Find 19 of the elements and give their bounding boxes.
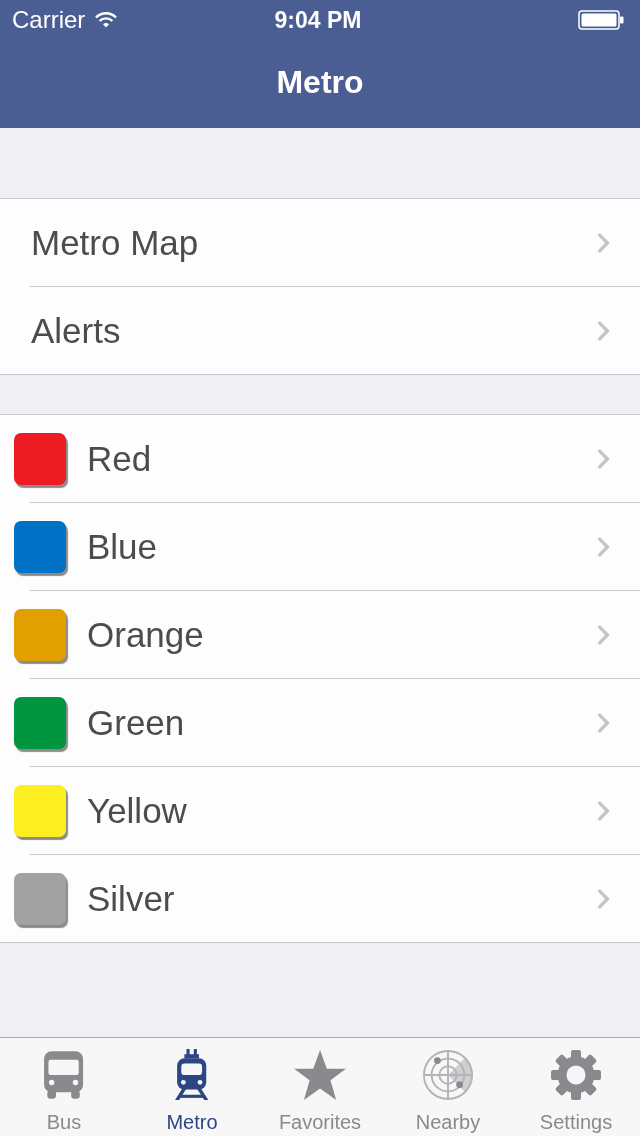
wifi-icon [95,12,118,28]
screen-title: Metro [276,63,364,101]
bus-icon [43,1049,85,1101]
chevron-icon [596,319,610,342]
chevron-icon [596,231,610,254]
chevron-icon [596,799,610,822]
status-time: 9:04 PM [274,6,362,34]
settings-icon [550,1049,602,1101]
chevron-icon [596,887,610,910]
chevron-icon [596,447,610,470]
carrier-label: Carrier [12,6,86,34]
chevron-icon [596,535,610,558]
chevron-icon [596,623,610,646]
radar-icon [422,1049,474,1101]
battery-icon [578,10,624,30]
tab-item[interactable]: Metro [128,1038,256,1136]
star-icon [292,1049,348,1101]
train-icon [174,1049,210,1101]
chevron-icon [596,711,610,734]
